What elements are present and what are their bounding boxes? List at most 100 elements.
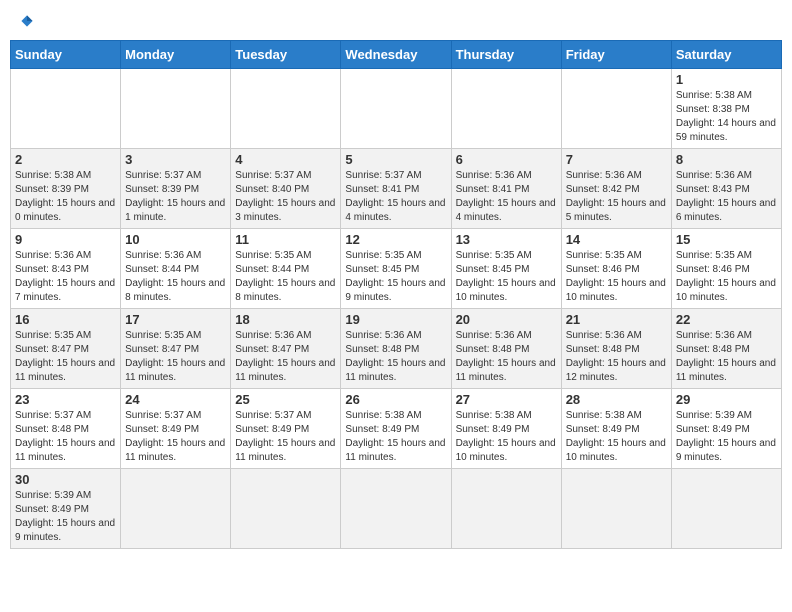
- calendar-cell: 11 Sunrise: 5:35 AM Sunset: 8:44 PM Dayli…: [231, 229, 341, 309]
- calendar-cell: 6Sunrise: 5:36 AM Sunset: 8:41 PM Daylig…: [451, 149, 561, 229]
- day-info: Sunrise: 5:38 AM Sunset: 8:39 PM Dayligh…: [15, 169, 116, 225]
- calendar-cell: 19Sunrise: 5:36 AM Sunset: 8:48 PM Dayli…: [341, 309, 451, 389]
- day-number: 20: [456, 312, 557, 327]
- day-number: 3: [125, 152, 226, 167]
- calendar-cell: 3 Sunrise: 5:37 AM Sunset: 8:39 PM Daylig…: [121, 149, 231, 229]
- logo: [18, 14, 34, 28]
- day-number: 23: [15, 392, 116, 407]
- day-info: Sunrise: 5:38 AM Sunset: 8:49 PM Dayligh…: [456, 409, 557, 465]
- logo-icon: [20, 14, 34, 28]
- day-number: 13: [456, 232, 557, 247]
- day-number: 5: [345, 152, 446, 167]
- calendar-cell: [341, 69, 451, 149]
- day-info: Sunrise: 5:36 AM Sunset: 8:43 PM Dayligh…: [676, 169, 777, 225]
- calendar-cell: 25Sunrise: 5:37 AM Sunset: 8:49 PM Dayli…: [231, 389, 341, 469]
- day-info: Sunrise: 5:36 AM Sunset: 8:48 PM Dayligh…: [676, 329, 777, 385]
- day-info: Sunrise: 5:37 AM Sunset: 8:40 PM Dayligh…: [235, 169, 336, 225]
- calendar-cell: 15 Sunrise: 5:35 AM Sunset: 8:46 PM Dayli…: [671, 229, 781, 309]
- weekday-header-thursday: Thursday: [451, 41, 561, 69]
- calendar-cell: 7Sunrise: 5:36 AM Sunset: 8:42 PM Daylig…: [561, 149, 671, 229]
- calendar-cell: [231, 69, 341, 149]
- day-info: Sunrise: 5:35 AM Sunset: 8:46 PM Dayligh…: [566, 249, 667, 305]
- day-number: 27: [456, 392, 557, 407]
- calendar-cell: 24 Sunrise: 5:37 AM Sunset: 8:49 PM Dayli…: [121, 389, 231, 469]
- day-info: Sunrise: 5:37 AM Sunset: 8:41 PM Dayligh…: [345, 169, 446, 225]
- calendar-cell: 14 Sunrise: 5:35 AM Sunset: 8:46 PM Dayli…: [561, 229, 671, 309]
- calendar-cell: [561, 469, 671, 549]
- day-info: Sunrise: 5:36 AM Sunset: 8:44 PM Dayligh…: [125, 249, 226, 305]
- day-number: 2: [15, 152, 116, 167]
- calendar-cell: [451, 469, 561, 549]
- calendar-cell: 29Sunrise: 5:39 AM Sunset: 8:49 PM Dayli…: [671, 389, 781, 469]
- calendar-row: 23 Sunrise: 5:37 AM Sunset: 8:48 PM Dayli…: [11, 389, 782, 469]
- day-info: Sunrise: 5:37 AM Sunset: 8:39 PM Dayligh…: [125, 169, 226, 225]
- calendar-cell: [341, 469, 451, 549]
- day-number: 11: [235, 232, 336, 247]
- day-info: Sunrise: 5:36 AM Sunset: 8:47 PM Dayligh…: [235, 329, 336, 385]
- day-info: Sunrise: 5:37 AM Sunset: 8:49 PM Dayligh…: [125, 409, 226, 465]
- weekday-header-friday: Friday: [561, 41, 671, 69]
- calendar-cell: [121, 69, 231, 149]
- day-number: 25: [235, 392, 336, 407]
- calendar-cell: [121, 469, 231, 549]
- calendar-cell: 23 Sunrise: 5:37 AM Sunset: 8:48 PM Dayli…: [11, 389, 121, 469]
- calendar-cell: 27 Sunrise: 5:38 AM Sunset: 8:49 PM Dayli…: [451, 389, 561, 469]
- day-number: 22: [676, 312, 777, 327]
- calendar-cell: 10Sunrise: 5:36 AM Sunset: 8:44 PM Dayli…: [121, 229, 231, 309]
- day-info: Sunrise: 5:35 AM Sunset: 8:47 PM Dayligh…: [15, 329, 116, 385]
- calendar-cell: 5 Sunrise: 5:37 AM Sunset: 8:41 PM Daylig…: [341, 149, 451, 229]
- weekday-header-saturday: Saturday: [671, 41, 781, 69]
- calendar-cell: 16 Sunrise: 5:35 AM Sunset: 8:47 PM Dayli…: [11, 309, 121, 389]
- weekday-header-tuesday: Tuesday: [231, 41, 341, 69]
- day-info: Sunrise: 5:36 AM Sunset: 8:48 PM Dayligh…: [456, 329, 557, 385]
- day-info: Sunrise: 5:38 AM Sunset: 8:49 PM Dayligh…: [345, 409, 446, 465]
- calendar-row: 30Sunrise: 5:39 AM Sunset: 8:49 PM Dayli…: [11, 469, 782, 549]
- day-number: 14: [566, 232, 667, 247]
- weekday-header-monday: Monday: [121, 41, 231, 69]
- day-info: Sunrise: 5:36 AM Sunset: 8:48 PM Dayligh…: [345, 329, 446, 385]
- day-number: 28: [566, 392, 667, 407]
- day-number: 21: [566, 312, 667, 327]
- calendar-row: 1 Sunrise: 5:38 AM Sunset: 8:38 PM Daylig…: [11, 69, 782, 149]
- day-number: 12: [345, 232, 446, 247]
- calendar-cell: 28 Sunrise: 5:38 AM Sunset: 8:49 PM Dayli…: [561, 389, 671, 469]
- day-info: Sunrise: 5:39 AM Sunset: 8:49 PM Dayligh…: [15, 489, 116, 545]
- calendar-cell: 4Sunrise: 5:37 AM Sunset: 8:40 PM Daylig…: [231, 149, 341, 229]
- day-info: Sunrise: 5:36 AM Sunset: 8:48 PM Dayligh…: [566, 329, 667, 385]
- calendar-cell: 22 Sunrise: 5:36 AM Sunset: 8:48 PM Dayli…: [671, 309, 781, 389]
- day-info: Sunrise: 5:35 AM Sunset: 8:46 PM Dayligh…: [676, 249, 777, 305]
- calendar-cell: 8 Sunrise: 5:36 AM Sunset: 8:43 PM Daylig…: [671, 149, 781, 229]
- calendar-cell: 2 Sunrise: 5:38 AM Sunset: 8:39 PM Daylig…: [11, 149, 121, 229]
- day-number: 6: [456, 152, 557, 167]
- day-number: 1: [676, 72, 777, 87]
- calendar-cell: 9 Sunrise: 5:36 AM Sunset: 8:43 PM Daylig…: [11, 229, 121, 309]
- calendar-row: 9 Sunrise: 5:36 AM Sunset: 8:43 PM Daylig…: [11, 229, 782, 309]
- day-info: Sunrise: 5:39 AM Sunset: 8:49 PM Dayligh…: [676, 409, 777, 465]
- day-info: Sunrise: 5:37 AM Sunset: 8:48 PM Dayligh…: [15, 409, 116, 465]
- calendar-row: 2 Sunrise: 5:38 AM Sunset: 8:39 PM Daylig…: [11, 149, 782, 229]
- page-header: [10, 10, 782, 32]
- day-info: Sunrise: 5:38 AM Sunset: 8:49 PM Dayligh…: [566, 409, 667, 465]
- calendar-cell: 13Sunrise: 5:35 AM Sunset: 8:45 PM Dayli…: [451, 229, 561, 309]
- day-number: 24: [125, 392, 226, 407]
- day-number: 15: [676, 232, 777, 247]
- day-number: 17: [125, 312, 226, 327]
- day-info: Sunrise: 5:35 AM Sunset: 8:44 PM Dayligh…: [235, 249, 336, 305]
- day-info: Sunrise: 5:35 AM Sunset: 8:47 PM Dayligh…: [125, 329, 226, 385]
- day-info: Sunrise: 5:38 AM Sunset: 8:38 PM Dayligh…: [676, 89, 777, 145]
- calendar-cell: [11, 69, 121, 149]
- calendar-cell: 21 Sunrise: 5:36 AM Sunset: 8:48 PM Dayli…: [561, 309, 671, 389]
- day-number: 16: [15, 312, 116, 327]
- calendar-cell: [561, 69, 671, 149]
- calendar-cell: 17 Sunrise: 5:35 AM Sunset: 8:47 PM Dayli…: [121, 309, 231, 389]
- calendar-cell: [231, 469, 341, 549]
- day-number: 8: [676, 152, 777, 167]
- calendar-cell: 12Sunrise: 5:35 AM Sunset: 8:45 PM Dayli…: [341, 229, 451, 309]
- day-number: 26: [345, 392, 446, 407]
- calendar-cell: 1 Sunrise: 5:38 AM Sunset: 8:38 PM Daylig…: [671, 69, 781, 149]
- day-info: Sunrise: 5:36 AM Sunset: 8:43 PM Dayligh…: [15, 249, 116, 305]
- calendar-row: 16 Sunrise: 5:35 AM Sunset: 8:47 PM Dayli…: [11, 309, 782, 389]
- calendar-cell: 30Sunrise: 5:39 AM Sunset: 8:49 PM Dayli…: [11, 469, 121, 549]
- day-number: 18: [235, 312, 336, 327]
- day-number: 9: [15, 232, 116, 247]
